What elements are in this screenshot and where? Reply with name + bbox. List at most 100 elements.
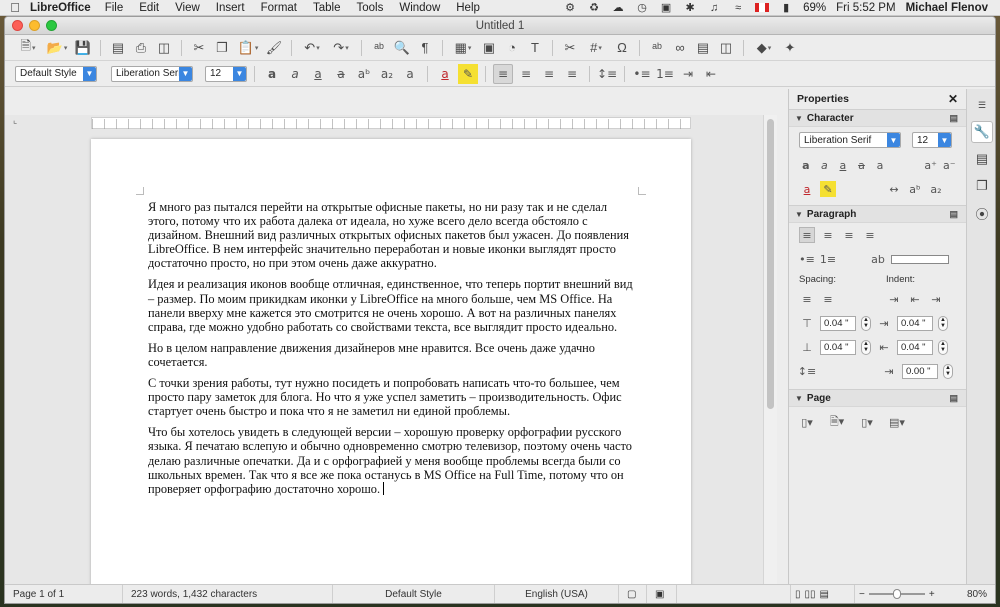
properties-tab-icon[interactable]: 🔧 bbox=[971, 121, 993, 143]
print-preview-icon[interactable]: ◫ bbox=[154, 38, 174, 58]
decrease-font-icon[interactable]: a⁻ bbox=[942, 157, 956, 173]
battery-icon[interactable]: ▮ bbox=[779, 2, 793, 14]
minimize-window-button[interactable] bbox=[29, 20, 40, 31]
italic-icon[interactable]: a bbox=[818, 157, 832, 173]
close-window-button[interactable] bbox=[12, 20, 23, 31]
increase-spacing-icon[interactable]: ≡ bbox=[799, 291, 815, 307]
status-word-count[interactable]: 223 words, 1,432 characters bbox=[123, 584, 333, 603]
insert-mode-icon[interactable]: ▢ bbox=[619, 584, 647, 603]
single-page-view-icon[interactable]: ▯ bbox=[795, 589, 801, 600]
horizontal-ruler[interactable] bbox=[91, 117, 691, 129]
align-right-icon[interactable]: ≡ bbox=[539, 64, 559, 84]
open-icon[interactable]: 📂 ▾ bbox=[44, 38, 70, 58]
zoom-slider-thumb[interactable] bbox=[892, 589, 901, 599]
before-indent-stepper[interactable]: ▲ ▼ bbox=[938, 315, 948, 331]
hanging-indent-icon[interactable]: ⇥ bbox=[928, 291, 944, 307]
copy-icon[interactable]: ❐ bbox=[212, 38, 232, 58]
new-document-icon[interactable]: 🗎 ▾ bbox=[15, 38, 41, 58]
document-body[interactable]: Я много раз пытался перейти на открытые … bbox=[148, 200, 634, 503]
zoom-slider-track[interactable] bbox=[868, 589, 925, 599]
paragraph[interactable]: Но в целом направление движения дизайнер… bbox=[148, 341, 634, 369]
strikethrough-icon[interactable]: a bbox=[331, 64, 351, 84]
character-panel-header[interactable]: ▼ Character ▤ bbox=[789, 109, 966, 127]
page-size-icon[interactable]: ▯▾ bbox=[859, 414, 875, 430]
scroll-thumb[interactable] bbox=[767, 119, 774, 409]
superscript-icon[interactable]: aᵇ bbox=[354, 64, 374, 84]
superscript-icon[interactable]: aᵇ bbox=[907, 181, 923, 197]
background-color-icon[interactable]: ab bbox=[870, 251, 886, 267]
menu-format[interactable]: Format bbox=[261, 2, 297, 14]
paragraph[interactable]: Идея и реализация иконов вообще отличная… bbox=[148, 277, 634, 333]
navigator-tab-icon[interactable]: ⦿ bbox=[971, 202, 993, 224]
bluetooth-icon[interactable]: ✱ bbox=[683, 2, 697, 14]
zoom-out-icon[interactable]: − bbox=[859, 589, 865, 600]
insert-text-box-icon[interactable]: T bbox=[525, 38, 545, 58]
draw-functions-icon[interactable]: ✦ bbox=[780, 38, 800, 58]
decrease-indent-icon[interactable]: ⇤ bbox=[907, 291, 923, 307]
menu-view[interactable]: View bbox=[175, 2, 200, 14]
multi-page-view-icon[interactable]: ▯▯ bbox=[805, 589, 816, 600]
underline-icon[interactable]: a bbox=[308, 64, 328, 84]
menu-insert[interactable]: Insert bbox=[216, 2, 245, 14]
align-center-icon[interactable]: ≡ bbox=[516, 64, 536, 84]
insert-image-icon[interactable]: ▣ bbox=[479, 38, 499, 58]
status-page-style[interactable]: Default Style bbox=[333, 584, 495, 603]
menu-table[interactable]: Table bbox=[313, 2, 341, 14]
bold-icon[interactable]: a bbox=[799, 157, 813, 173]
justify-icon[interactable]: ≡ bbox=[562, 64, 582, 84]
menu-file[interactable]: File bbox=[105, 2, 124, 14]
font-name-combo[interactable]: Liberation Serif ▼ bbox=[111, 65, 193, 82]
sidebar-font-name-combo[interactable]: Liberation Serif ▼ bbox=[799, 132, 901, 148]
insert-field-icon[interactable]: # ▾ bbox=[583, 38, 609, 58]
formatting-marks-icon[interactable]: ¶ bbox=[415, 38, 435, 58]
paragraph-panel-header[interactable]: ▼ Paragraph ▤ bbox=[789, 205, 966, 223]
menu-help[interactable]: Help bbox=[456, 2, 480, 14]
italic-icon[interactable]: a bbox=[285, 64, 305, 84]
vertical-scrollbar[interactable] bbox=[763, 115, 777, 586]
orientation-icon[interactable]: ▯▾ bbox=[799, 414, 815, 430]
zoom-level[interactable]: 80% bbox=[967, 585, 995, 604]
paragraph[interactable]: С точки зрения работы, тут нужно посидет… bbox=[148, 376, 634, 418]
first-line-indent-stepper[interactable]: ▲ ▼ bbox=[943, 363, 953, 379]
comment-icon[interactable]: ▤ bbox=[693, 38, 713, 58]
close-sidebar-icon[interactable]: ✕ bbox=[948, 92, 958, 106]
shadow-icon[interactable]: a bbox=[400, 64, 420, 84]
increase-indent-icon[interactable]: ⇥ bbox=[886, 291, 902, 307]
cloud-icon[interactable]: ☁ bbox=[611, 2, 625, 14]
font-color-icon[interactable]: a bbox=[435, 64, 455, 84]
underline-icon[interactable]: a bbox=[836, 157, 850, 173]
paragraph-style-combo[interactable]: Default Style ▼ bbox=[15, 65, 97, 82]
undo-icon[interactable]: ↶ ▾ bbox=[299, 38, 325, 58]
chevron-down-icon[interactable]: ▼ bbox=[83, 66, 96, 81]
menu-window[interactable]: Window bbox=[399, 2, 440, 14]
after-indent-field[interactable]: 0.04 " bbox=[897, 339, 933, 355]
styles-tab-icon[interactable]: ▤ bbox=[971, 148, 993, 170]
zoom-window-button[interactable] bbox=[46, 20, 57, 31]
after-indent-stepper[interactable]: ▲ ▼ bbox=[938, 339, 948, 355]
insert-table-icon[interactable]: ▦ ▾ bbox=[450, 38, 476, 58]
align-left-icon[interactable]: ≡ bbox=[799, 227, 815, 243]
numbering-icon[interactable]: 1≡ bbox=[655, 64, 675, 84]
collapse-triangle-icon[interactable]: ▼ bbox=[795, 114, 803, 123]
redo-icon[interactable]: ↷ ▾ bbox=[328, 38, 354, 58]
chevron-down-icon[interactable]: ▼ bbox=[887, 133, 900, 147]
paragraph[interactable]: Я много раз пытался перейти на открытые … bbox=[148, 200, 634, 270]
subscript-icon[interactable]: a₂ bbox=[377, 64, 397, 84]
clock-icon[interactable]: ◷ bbox=[635, 2, 649, 14]
status-language[interactable]: English (USA) bbox=[495, 584, 619, 603]
bullets-icon[interactable]: •≡ bbox=[632, 64, 652, 84]
chevron-down-icon[interactable]: ▼ bbox=[179, 66, 192, 81]
sidebar-font-size-combo[interactable]: 12 ▼ bbox=[912, 132, 952, 148]
zoom-in-icon[interactable]: + bbox=[929, 589, 935, 600]
hyperlink-icon[interactable]: ᵃᵇ bbox=[647, 38, 667, 58]
chevron-down-icon[interactable]: ▼ bbox=[938, 133, 951, 147]
paragraph-text[interactable]: Что бы хотелось увидеть в следующей верс… bbox=[148, 425, 632, 495]
find-replace-icon[interactable]: 🔍 bbox=[392, 38, 412, 58]
align-right-icon[interactable]: ≡ bbox=[841, 227, 857, 243]
below-spacing-field[interactable]: 0.04 " bbox=[820, 339, 856, 355]
recycle-icon[interactable]: ♻ bbox=[587, 2, 601, 14]
chevron-down-icon[interactable]: ▼ bbox=[233, 66, 246, 81]
below-spacing-stepper[interactable]: ▲ ▼ bbox=[861, 339, 871, 355]
paste-icon[interactable]: 📋 ▾ bbox=[235, 38, 261, 58]
clock[interactable]: Fri 5:52 PM bbox=[836, 2, 895, 14]
